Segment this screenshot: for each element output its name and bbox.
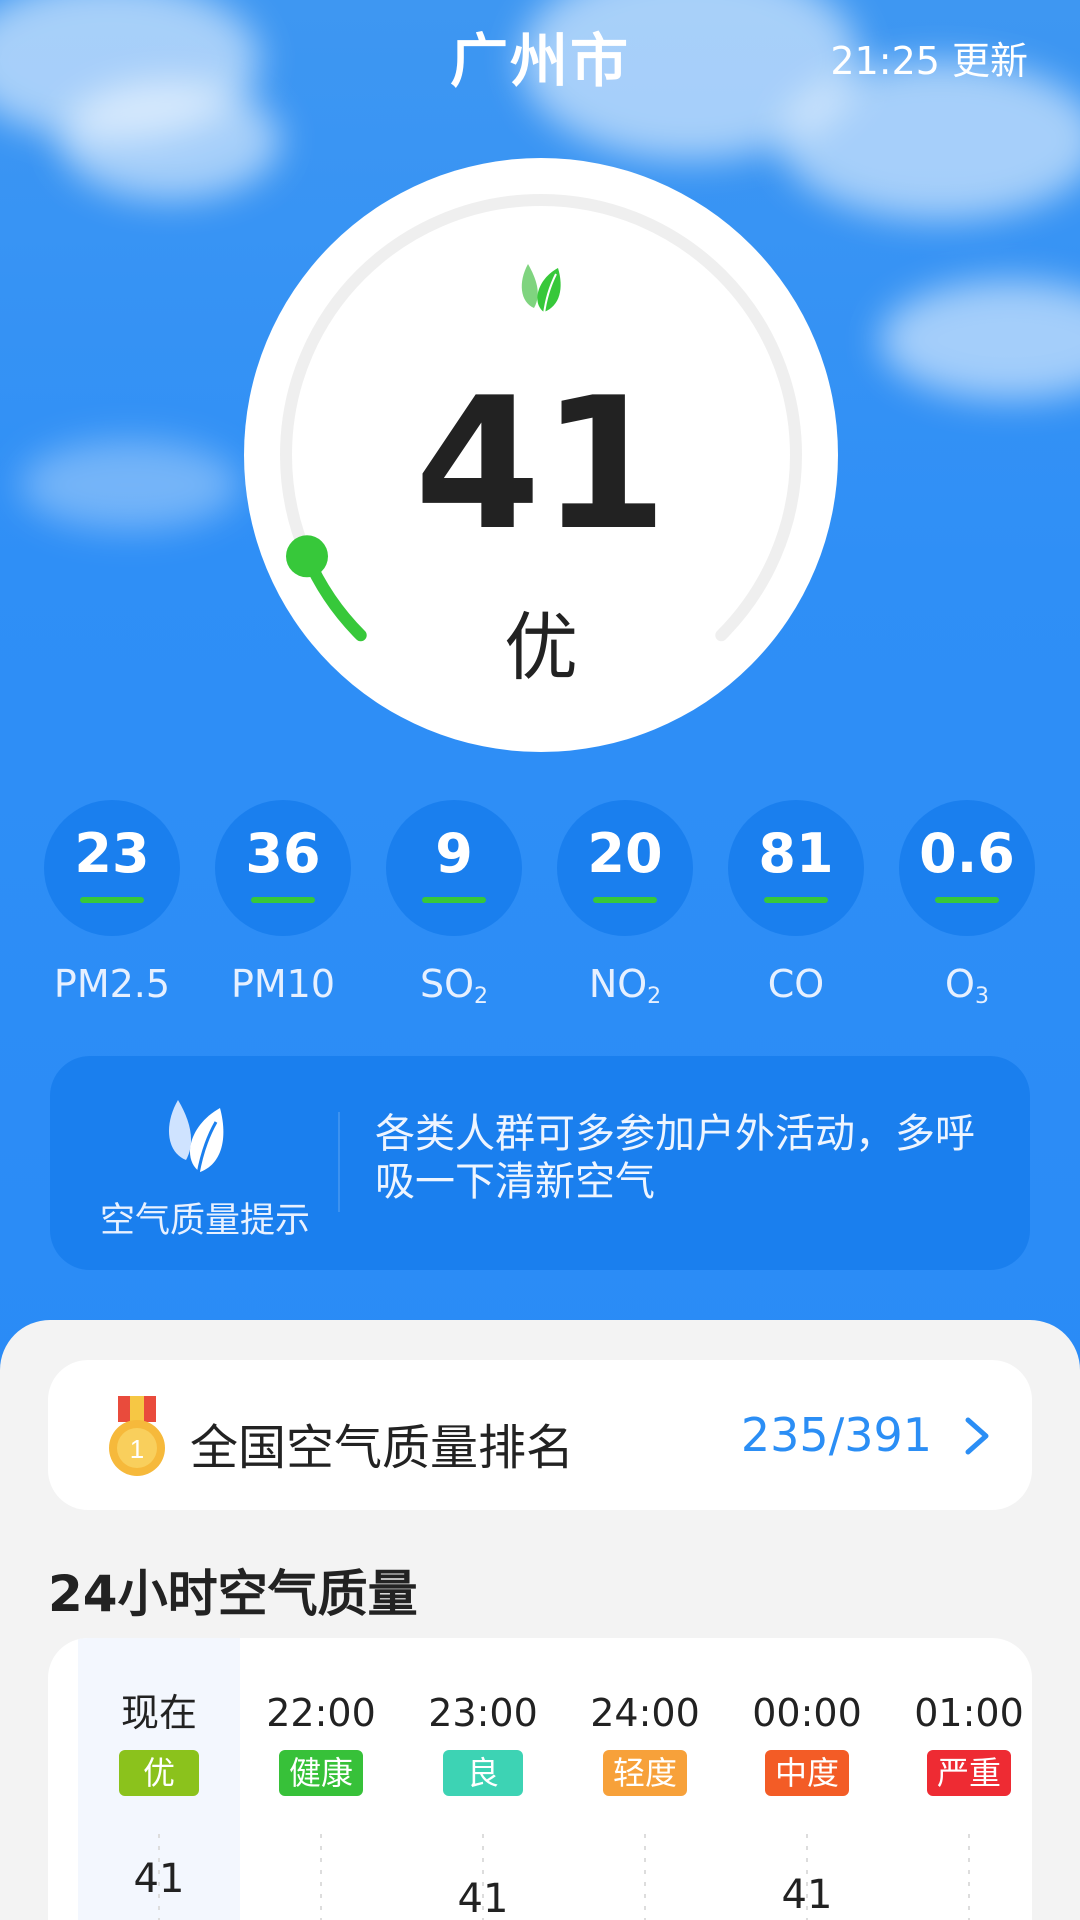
medal-number: 1 [130, 1434, 144, 1464]
pollutant-bubble: 23 [44, 800, 180, 936]
pollutant-level-bar [764, 897, 828, 903]
hour-aqi-value: 41 [457, 1876, 509, 1920]
pollutant-name: O3 [945, 962, 989, 1009]
hour-column[interactable]: 22:00 健康 [240, 1638, 402, 1796]
aqi-value: 41 [414, 358, 668, 570]
chevron-right-icon [965, 1417, 989, 1455]
hour-column[interactable]: 24:00 轻度 [564, 1638, 726, 1796]
medal-icon: 1 [109, 1396, 165, 1476]
leaf-icon [521, 264, 561, 315]
hour-time: 22:00 [266, 1691, 376, 1735]
aqi-gauge: 41 优 [244, 158, 838, 752]
hour-column[interactable]: 00:00 中度 [726, 1638, 888, 1796]
pollutant-level-bar [251, 897, 315, 903]
pollutant-no2[interactable]: 20 NO2 [557, 800, 693, 1009]
pollutant-name: CO [767, 962, 825, 1006]
pollutant-co[interactable]: 81 CO [728, 800, 864, 1009]
hour-aqi-value: 41 [781, 1872, 833, 1918]
pollutant-value: 81 [758, 822, 834, 885]
pollutant-o3[interactable]: 0.6 O3 [899, 800, 1035, 1009]
pollutant-pm25[interactable]: 23 PM2.5 [44, 800, 180, 1009]
aqi-level-badge: 严重 [926, 1750, 1011, 1796]
pollutant-bubble: 20 [557, 800, 693, 936]
pollutant-level-bar [80, 897, 144, 903]
bottom-sheet: 1 全国空气质量排名 235/391 24小时空气质量 现在 优 22:00 健… [0, 1320, 1080, 1920]
pollutant-value: 36 [245, 822, 321, 885]
pollutant-list: 23 PM2.5 36 PM10 9 SO2 20 NO2 81 CO 0.6 … [44, 800, 1044, 1020]
pollutant-level-bar [422, 897, 486, 903]
hourly-section-title: 24小时空气质量 [48, 1565, 418, 1623]
pollutant-value: 23 [74, 822, 150, 885]
pollutant-level-bar [593, 897, 657, 903]
tip-text: 各类人群可多参加户外活动，多呼吸一下清新空气 [375, 1111, 975, 1205]
pollutant-name: PM10 [230, 962, 336, 1006]
pollutant-value: 20 [587, 822, 663, 885]
pollutant-bubble: 81 [728, 800, 864, 936]
pollutant-bubble: 0.6 [899, 800, 1035, 936]
aqi-level: 优 [504, 605, 578, 691]
pollutant-name: PM2.5 [53, 962, 171, 1006]
hour-time: 现在 [120, 1691, 197, 1735]
hourly-forecast-card[interactable]: 现在 优 22:00 健康 23:00 良 24:00 轻度 00:00 中度 … [48, 1638, 1032, 1920]
hour-time: 24:00 [590, 1691, 700, 1735]
divider [338, 1112, 340, 1212]
pollutant-value: 0.6 [919, 822, 1015, 885]
pollutant-so2[interactable]: 9 SO2 [386, 800, 522, 1009]
pollutant-name: NO2 [588, 962, 662, 1009]
hour-column-now[interactable]: 现在 优 [78, 1638, 240, 1796]
pollutant-pm10[interactable]: 36 PM10 [215, 800, 351, 1009]
aqi-level-badge: 优 [119, 1750, 199, 1796]
hour-column[interactable]: 23:00 良 [402, 1638, 564, 1796]
hour-time: 23:00 [428, 1691, 538, 1735]
aqi-level-badge: 良 [443, 1750, 523, 1796]
pollutant-value: 9 [435, 822, 473, 885]
aqi-level-badge: 轻度 [602, 1750, 687, 1796]
ranking-value: 235/391 [740, 1408, 932, 1462]
ranking-label: 全国空气质量排名 [190, 1420, 575, 1476]
hour-time: 01:00 [914, 1691, 1024, 1735]
national-ranking-card[interactable]: 1 全国空气质量排名 235/391 [48, 1360, 1032, 1510]
leaf-icon [168, 1100, 224, 1175]
hour-time: 00:00 [752, 1691, 862, 1735]
aqi-level-badge: 健康 [278, 1750, 363, 1796]
update-time: 21:25 更新 [830, 39, 1028, 83]
aqi-level-badge: 中度 [764, 1750, 849, 1796]
pollutant-name: SO2 [419, 962, 489, 1009]
pollutant-bubble: 9 [386, 800, 522, 936]
hour-aqi-value: 41 [133, 1856, 185, 1902]
tip-label: 空气质量提示 [99, 1201, 310, 1241]
pollutant-level-bar [935, 897, 999, 903]
pollutant-bubble: 36 [215, 800, 351, 936]
air-quality-tip-card: 空气质量提示 各类人群可多参加户外活动，多呼吸一下清新空气 [50, 1056, 1030, 1270]
hour-column[interactable]: 01:00 严重 [888, 1638, 1032, 1796]
